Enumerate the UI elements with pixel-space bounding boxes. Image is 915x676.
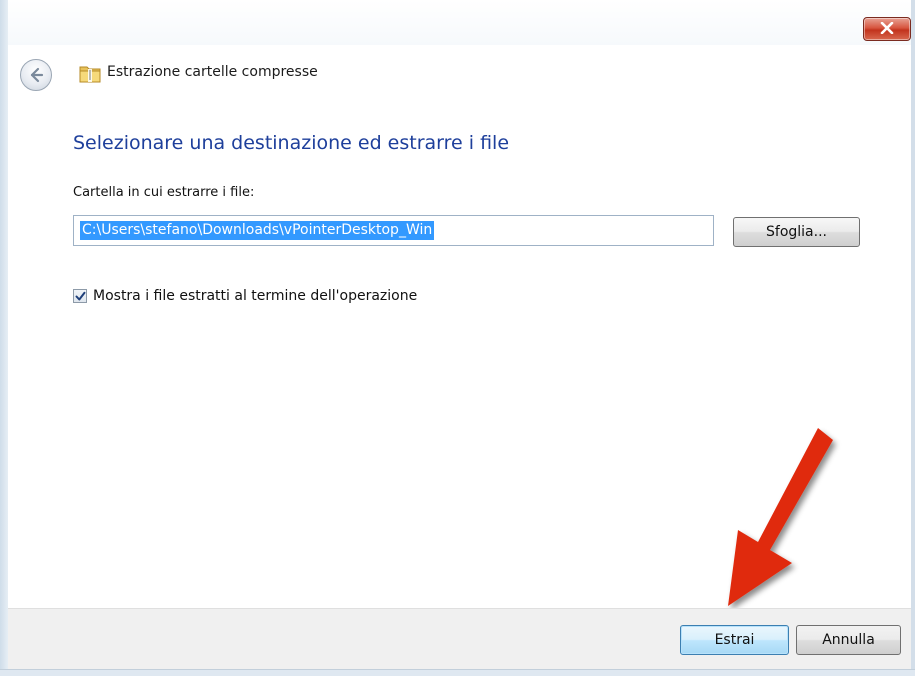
destination-label: Cartella in cui estrarre i file:	[73, 185, 255, 200]
destination-path-input[interactable]: C:\Users\stefano\Downloads\vPointerDeskt…	[73, 215, 714, 246]
show-files-label[interactable]: Mostra i file estratti al termine dell'o…	[93, 288, 417, 304]
close-button[interactable]	[863, 17, 911, 41]
checkmark-icon	[75, 291, 86, 301]
wizard-header: Estrazione cartelle compresse	[8, 52, 911, 96]
page-heading: Selezionare una destinazione ed estrarre…	[73, 132, 510, 154]
window-frame-bottom	[0, 669, 915, 676]
dialog-footer: Estrai Annulla	[8, 608, 911, 671]
dialog-window: Estrazione cartelle compresse Selezionar…	[0, 0, 915, 676]
window-frame-left	[0, 0, 8, 676]
extract-button[interactable]: Estrai	[680, 625, 789, 655]
red-arrow-annotation	[728, 428, 833, 606]
destination-path-value: C:\Users\stefano\Downloads\vPointerDeskt…	[80, 221, 435, 240]
zip-folder-icon	[79, 66, 101, 83]
title-bar[interactable]	[0, 0, 915, 45]
back-arrow-icon	[30, 67, 44, 83]
window-title: Estrazione cartelle compresse	[107, 64, 318, 80]
show-files-checkbox[interactable]	[73, 289, 87, 303]
close-icon	[880, 22, 894, 34]
back-button[interactable]	[20, 59, 52, 91]
window-frame-right	[911, 0, 915, 676]
cancel-button[interactable]: Annulla	[796, 625, 901, 655]
browse-button[interactable]: Sfoglia...	[733, 217, 860, 247]
